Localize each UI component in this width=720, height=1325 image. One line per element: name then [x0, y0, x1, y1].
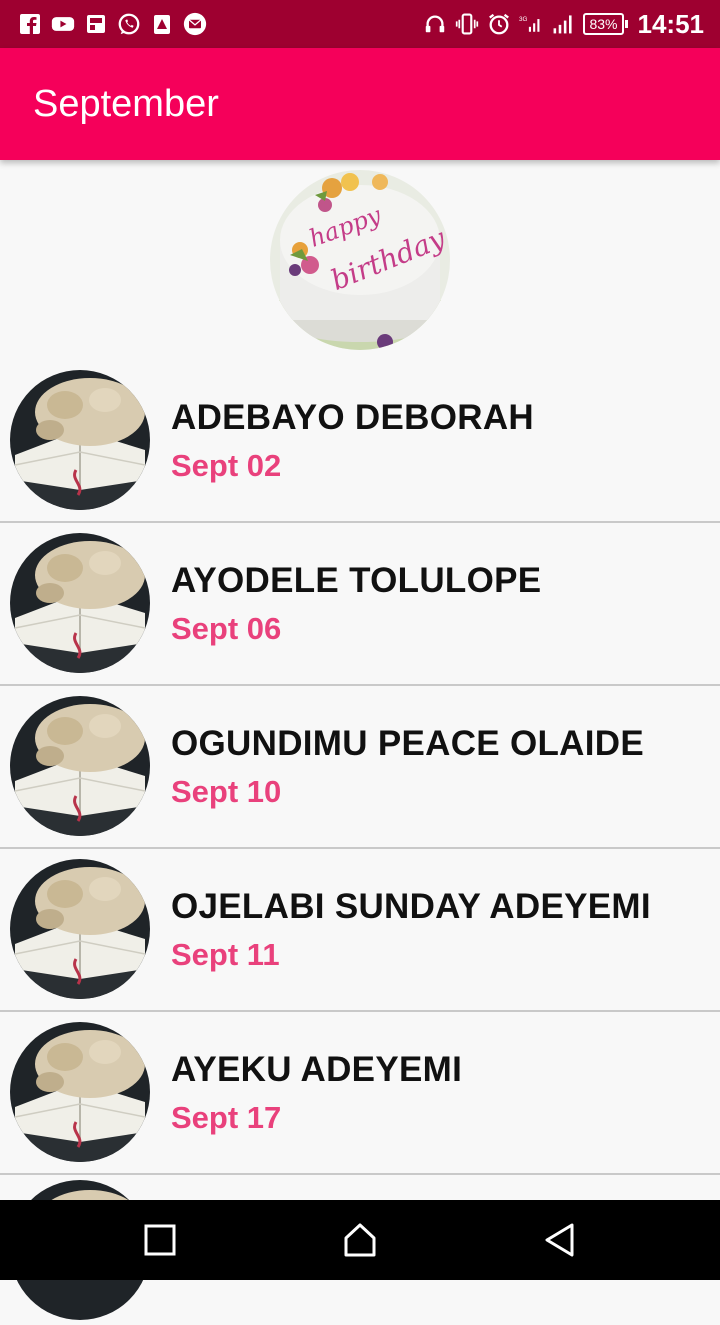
battery-indicator: 83% — [583, 13, 628, 35]
home-button[interactable] — [340, 1220, 380, 1260]
list-item[interactable]: OJELABI SUNDAY ADEYEMI Sept 11 — [0, 849, 720, 1012]
app-bar: September — [0, 48, 720, 160]
vibrate-icon — [455, 12, 479, 36]
birthday-list: ADEBAYO DEBORAH Sept 02 AYODELE TOLULOPE… — [0, 360, 720, 1175]
back-button[interactable] — [540, 1220, 580, 1260]
email-icon — [183, 12, 207, 36]
birthday-date: Sept 10 — [171, 774, 282, 809]
square-icon — [144, 1224, 176, 1256]
avatar — [10, 370, 150, 510]
signal-3g-icon: 3G — [519, 12, 543, 36]
birthday-date: Sept 11 — [171, 937, 280, 972]
facebook-icon — [18, 12, 42, 36]
clock: 14:51 — [637, 8, 705, 39]
avatar — [10, 1022, 150, 1162]
person-name: OJELABI SUNDAY ADEYEMI — [171, 887, 651, 926]
avatar — [10, 859, 150, 999]
headset-icon — [423, 12, 447, 36]
list-item[interactable]: AYODELE TOLULOPE Sept 06 — [0, 523, 720, 686]
youtube-icon — [51, 12, 75, 36]
page-title: September — [33, 83, 219, 125]
birthday-date: Sept 02 — [171, 448, 282, 483]
person-name: AYODELE TOLULOPE — [171, 561, 542, 600]
navigation-bar — [0, 1200, 720, 1280]
avatar — [10, 533, 150, 673]
whatsapp-icon — [117, 12, 141, 36]
person-name: OGUNDIMU PEACE OLAIDE — [171, 724, 644, 763]
signal-icon — [551, 12, 575, 36]
list-item[interactable]: OGUNDIMU PEACE OLAIDE Sept 10 — [0, 686, 720, 849]
list-item[interactable]: AYEKU ADEYEMI Sept 17 — [0, 1012, 720, 1175]
birthday-date: Sept 06 — [171, 611, 282, 646]
recents-button[interactable] — [140, 1220, 180, 1260]
notification-icons — [18, 10, 207, 38]
status-bar: 3G 83% 14:51 — [0, 0, 720, 48]
back-icon — [545, 1223, 574, 1257]
gallery-icon — [84, 12, 108, 36]
alarm-icon — [487, 12, 511, 36]
alert-icon — [150, 12, 174, 36]
person-name: AYEKU ADEYEMI — [171, 1050, 463, 1089]
avatar — [10, 696, 150, 836]
system-status-icons: 3G 83% 14:51 — [423, 8, 704, 40]
svg-text:3G: 3G — [519, 16, 528, 23]
home-icon — [344, 1223, 376, 1257]
list-item[interactable]: ADEBAYO DEBORAH Sept 02 — [0, 360, 720, 523]
birthday-cake-image: happy birthday — [270, 170, 450, 350]
birthday-date: Sept 17 — [171, 1100, 282, 1135]
person-name: ADEBAYO DEBORAH — [171, 398, 534, 437]
